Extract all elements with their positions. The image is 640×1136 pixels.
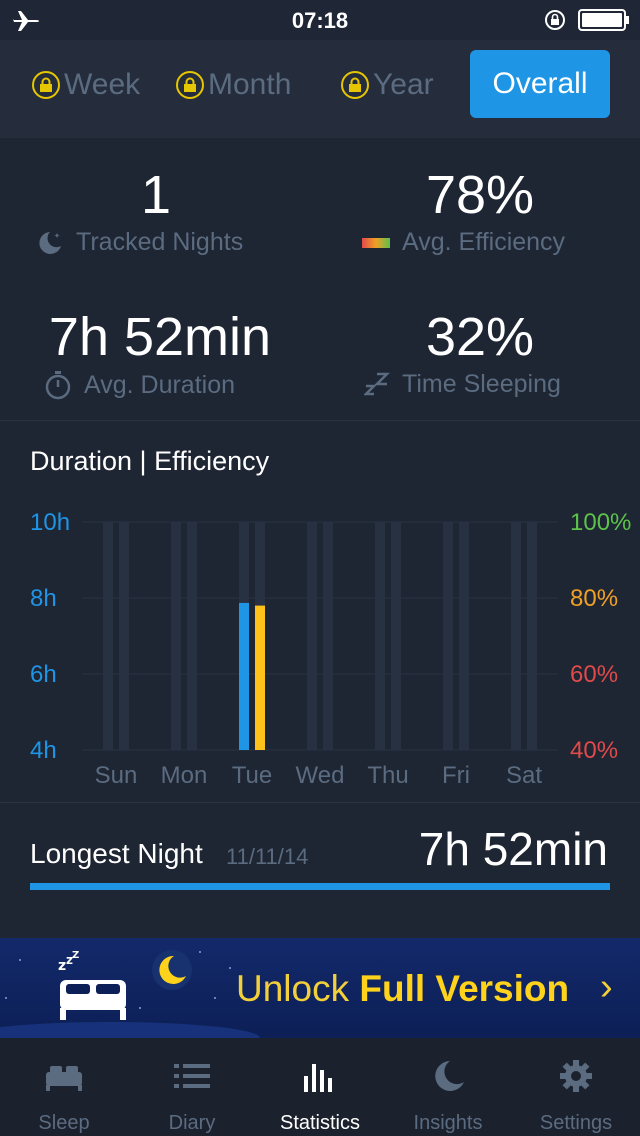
tab-bar-diary[interactable]: Diary	[128, 1038, 256, 1136]
unlock-text-plain: Unlock	[236, 968, 360, 1009]
tab-overall[interactable]: Overall	[470, 50, 610, 118]
time-sleeping-value: 32%	[425, 307, 535, 367]
day-column-bg	[103, 522, 113, 750]
tab-bar-statistics[interactable]: Statistics	[256, 1038, 384, 1136]
x-tick-label: Thu	[367, 762, 408, 789]
x-tick-label: Wed	[296, 762, 345, 789]
longest-night-bar	[30, 883, 610, 890]
x-tick-label: Mon	[161, 762, 208, 789]
avg-efficiency-label-row: Avg. Efficiency	[362, 228, 565, 257]
y-tick-label-right: 100%	[570, 509, 631, 536]
y-tick-label-right: 40%	[570, 737, 618, 764]
x-tick-label: Sat	[506, 762, 542, 789]
tab-bar-settings-label: Settings	[539, 1112, 613, 1134]
sleep-chart: Sun Mon Tue Wed Thu Fri Sat 10h 8h 6h 4h 100% 80% 60%…	[30, 509, 631, 789]
avg-duration-value: 7h 52min	[48, 307, 272, 367]
tab-bar-sleep-label: Sleep	[38, 1112, 90, 1134]
tab-bar: Sleep Diary Statistics Insights Settings	[0, 1038, 640, 1136]
avg-efficiency-value: 78%	[425, 165, 535, 225]
list-icon	[174, 1064, 210, 1088]
y-tick-label-left: 8h	[30, 585, 57, 612]
moon-icon	[435, 1061, 464, 1091]
efficiency-bar	[255, 605, 265, 750]
y-tick-label-left: 4h	[30, 737, 57, 764]
tab-year[interactable]: Year	[341, 52, 434, 118]
y-tick-label-right: 60%	[570, 661, 618, 688]
y-tick-label-right: 80%	[570, 585, 618, 612]
moon-star-icon	[39, 231, 61, 254]
tab-bar-statistics-label: Statistics	[279, 1112, 361, 1134]
y-tick-label-left: 10h	[30, 509, 70, 536]
chevron-right-icon: ›	[600, 966, 613, 1008]
longest-night-date: 11/11/14	[226, 844, 309, 869]
day-column-bg	[443, 522, 453, 750]
bed-sleep-icon: z z Z	[58, 950, 126, 1020]
longest-night-value: 7h 52min	[418, 823, 608, 875]
avg-duration-label: Avg. Duration	[84, 370, 236, 399]
time-sleeping-label-row: Time Sleeping	[364, 370, 561, 399]
day-column-bg	[527, 522, 537, 750]
duration-bar	[239, 602, 249, 750]
chart-title: Duration | Efficiency	[30, 446, 270, 476]
tab-bar-insights[interactable]: Insights	[384, 1038, 512, 1136]
time-sleeping-label: Time Sleeping	[402, 370, 561, 398]
x-tick-label: Sun	[95, 762, 138, 789]
lock-icon	[341, 71, 369, 99]
tracked-nights-label: Tracked Nights	[76, 228, 244, 256]
zzz-icon	[364, 372, 390, 395]
avg-duration-label-row: Avg. Duration	[44, 370, 235, 400]
battery-icon	[578, 9, 629, 31]
day-column-bg	[171, 522, 181, 750]
moon-icon	[152, 950, 192, 990]
gear-icon	[560, 1060, 592, 1092]
status-bar: 07:18	[0, 0, 640, 40]
x-tick-label: Tue	[232, 762, 272, 789]
tab-bar-settings[interactable]: Settings	[512, 1038, 640, 1136]
svg-text:Z: Z	[72, 950, 79, 961]
tab-month-label: Month	[208, 68, 292, 101]
tab-week-label: Week	[64, 68, 141, 101]
tab-bar-diary-label: Diary	[168, 1112, 216, 1134]
svg-text:z: z	[58, 958, 66, 974]
bar-chart-icon	[304, 1064, 332, 1092]
divider	[0, 420, 640, 421]
longest-night-label: Longest Night	[30, 838, 203, 869]
divider	[0, 802, 640, 803]
tab-bar-insights-label: Insights	[413, 1112, 483, 1134]
day-column-bg	[459, 522, 469, 750]
unlock-text: Unlock Full Version	[236, 968, 569, 1010]
lock-icon	[32, 71, 60, 99]
period-tabs: Week Month Year Overall	[0, 40, 640, 138]
day-column-bg	[323, 522, 333, 750]
y-tick-label-left: 6h	[30, 661, 57, 688]
stopwatch-icon	[45, 371, 71, 400]
bed-icon	[46, 1066, 82, 1091]
lock-icon	[176, 71, 204, 99]
rotation-lock-icon	[545, 10, 565, 30]
day-column-bg	[307, 522, 317, 750]
tab-month[interactable]: Month	[176, 52, 291, 118]
tab-bar-sleep[interactable]: Sleep	[0, 1038, 128, 1136]
tab-year-label: Year	[373, 68, 434, 101]
day-column-bg	[119, 522, 129, 750]
tracked-nights-label-row: Tracked Nights	[36, 228, 243, 257]
unlock-text-bold: Full Version	[359, 968, 570, 1009]
day-column-bg	[511, 522, 521, 750]
unlock-banner[interactable]: z z Z Unlock Full Version ›	[0, 938, 640, 1038]
efficiency-gradient-icon	[362, 237, 390, 248]
tab-week[interactable]: Week	[32, 52, 140, 118]
day-column-bg	[375, 522, 385, 750]
day-column-bg	[187, 522, 197, 750]
tracked-nights-value: 1	[140, 165, 172, 225]
avg-efficiency-label: Avg. Efficiency	[402, 228, 566, 256]
x-tick-label: Fri	[442, 762, 470, 789]
day-column-bg	[391, 522, 401, 750]
